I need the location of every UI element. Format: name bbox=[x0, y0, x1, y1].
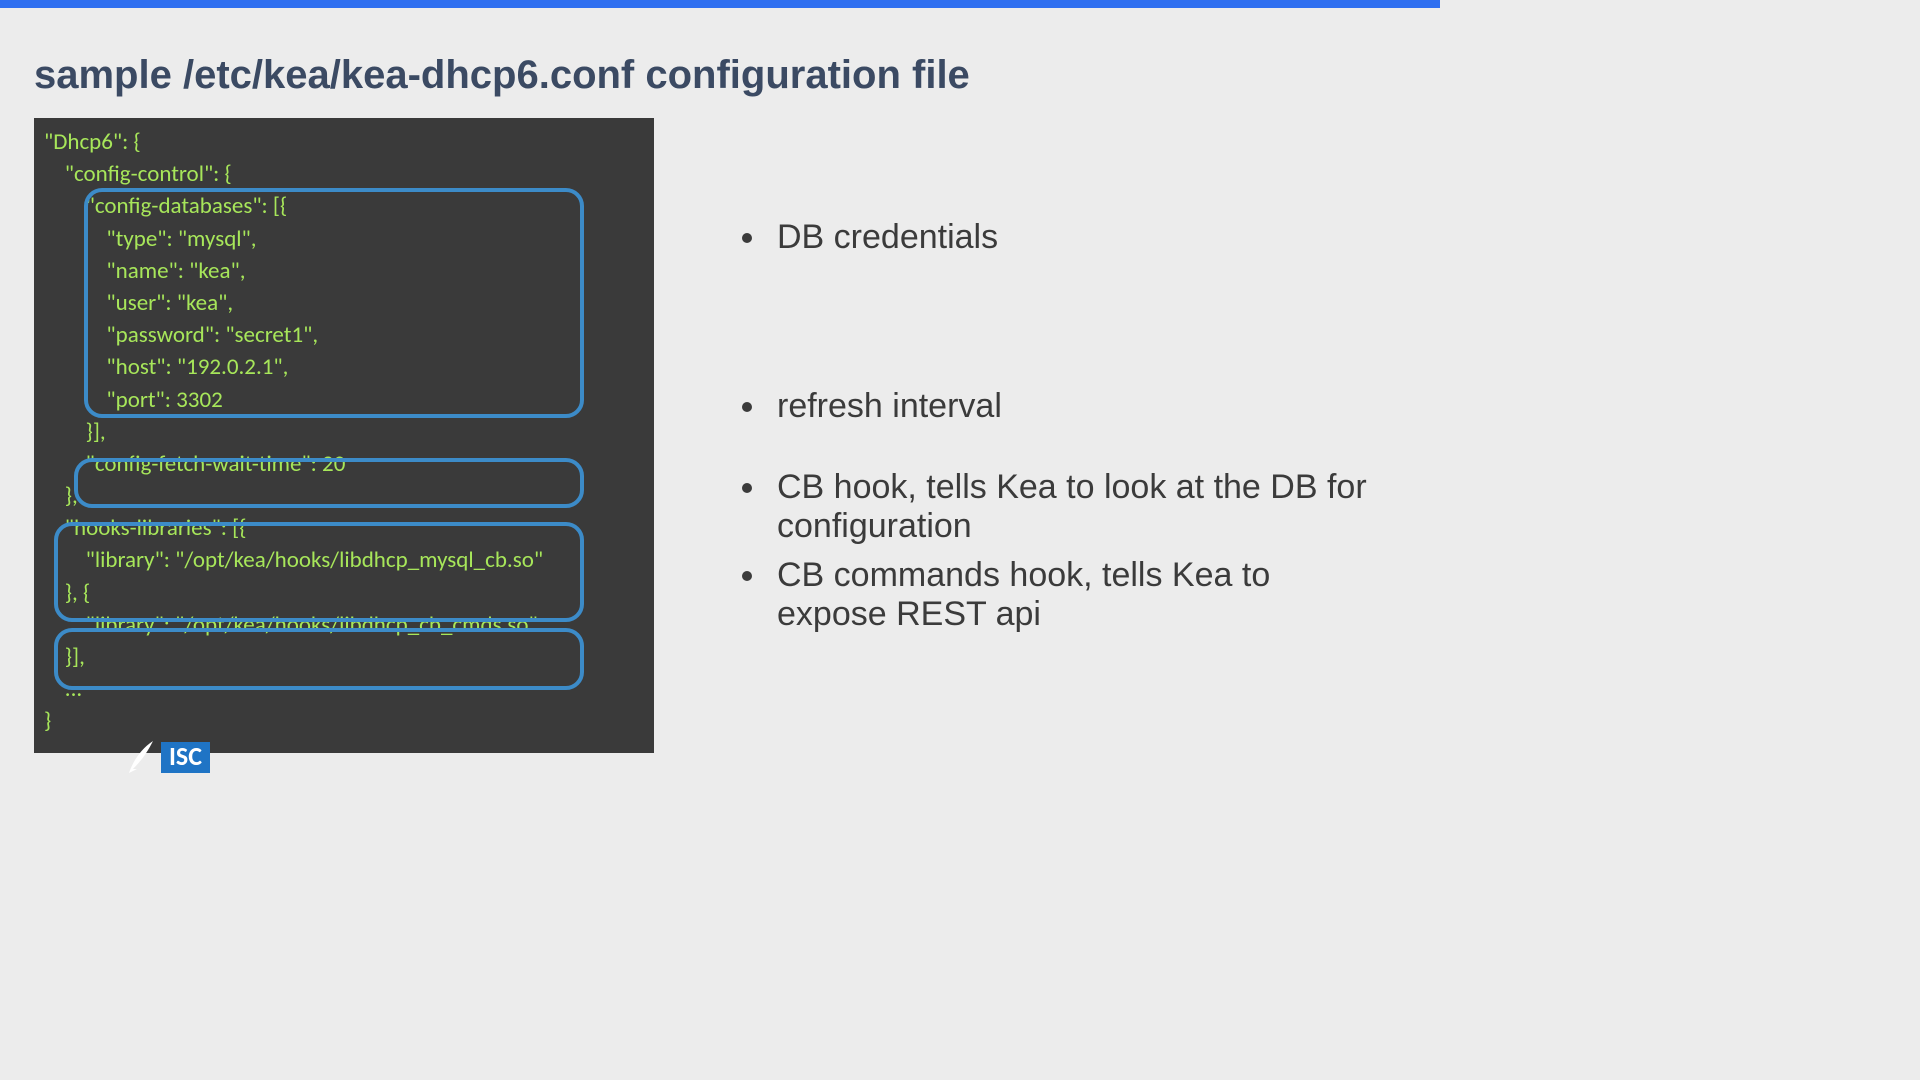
code-line: "config-databases": [{ bbox=[44, 190, 644, 222]
code-line: "Dhcp6": { bbox=[44, 126, 644, 158]
code-line: }], bbox=[44, 641, 644, 673]
slide-title: sample /etc/kea/kea-dhcp6.conf configura… bbox=[34, 53, 1440, 98]
content-columns: "Dhcp6": { "config-control": { "config-d… bbox=[0, 118, 1440, 753]
accent-bar bbox=[0, 0, 1440, 8]
code-line: }, { bbox=[44, 577, 644, 609]
code-line: "library": "/opt/kea/hooks/libdhcp_cb_cm… bbox=[44, 609, 644, 641]
code-line: "host": "192.0.2.1", bbox=[44, 351, 644, 383]
isc-logo: ISC bbox=[127, 739, 210, 775]
code-line: "name": "kea", bbox=[44, 255, 644, 287]
code-block: "Dhcp6": { "config-control": { "config-d… bbox=[34, 118, 654, 753]
isc-logo-text: ISC bbox=[161, 742, 210, 773]
code-line: "hooks-libraries": [{ bbox=[44, 512, 644, 544]
code-line: "config-control": { bbox=[44, 158, 644, 190]
code-line: ... bbox=[44, 673, 644, 705]
code-line: }, bbox=[44, 480, 644, 512]
bullet-item-cb-hook: CB hook, tells Kea to look at the DB for… bbox=[769, 468, 1389, 546]
code-line: "user": "kea", bbox=[44, 287, 644, 319]
code-line: "library": "/opt/kea/hooks/libdhcp_mysql… bbox=[44, 544, 644, 576]
code-line: "port": 3302 bbox=[44, 384, 644, 416]
code-line: "config-fetch-wait-time": 20 bbox=[44, 448, 644, 480]
bullet-item-cb-cmds-hook: CB commands hook, tells Kea to expose RE… bbox=[769, 556, 1389, 634]
code-line: }], bbox=[44, 416, 644, 448]
code-line: "password": "secret1", bbox=[44, 319, 644, 351]
quill-icon bbox=[127, 739, 155, 775]
bullet-item-refresh-interval: refresh interval bbox=[769, 387, 1389, 426]
bullet-list: DB credentials refresh interval CB hook,… bbox=[739, 218, 1389, 634]
bullet-item-db-credentials: DB credentials bbox=[769, 218, 1389, 257]
code-line: "type": "mysql", bbox=[44, 223, 644, 255]
code-line: } bbox=[44, 705, 644, 737]
